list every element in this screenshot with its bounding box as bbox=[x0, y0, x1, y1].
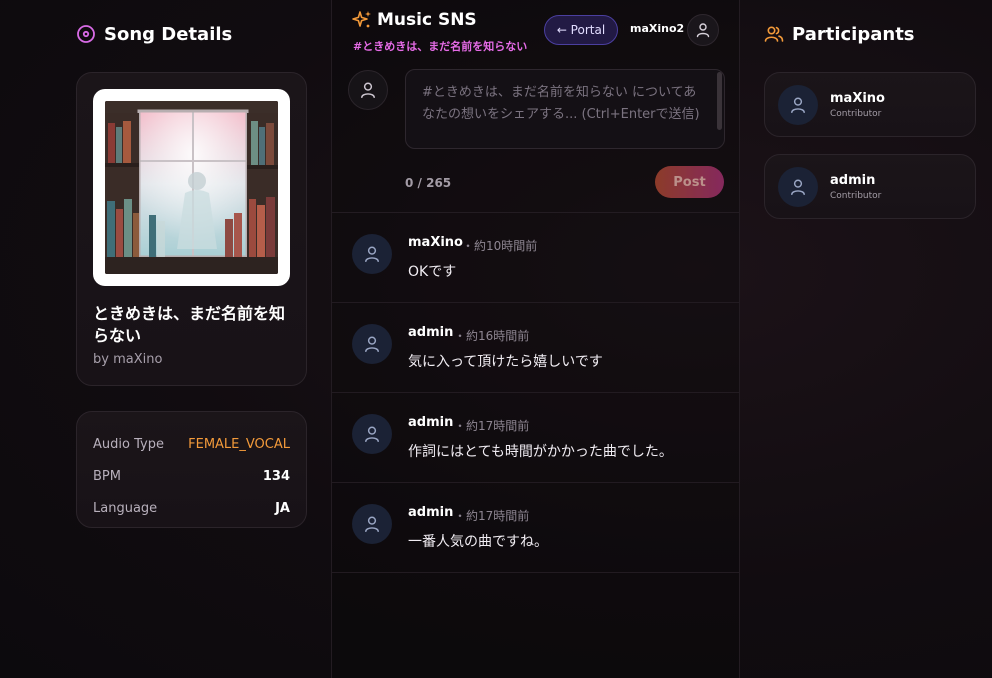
meta-key: Language bbox=[93, 500, 158, 516]
song-title: ときめきは、まだ名前を知らない bbox=[93, 304, 286, 345]
participant-card[interactable]: maXino Contributor bbox=[764, 72, 976, 137]
users-icon bbox=[764, 26, 784, 42]
post-time: ・約17時間前 bbox=[454, 509, 530, 523]
participants-title: Participants bbox=[792, 23, 915, 45]
portal-button[interactable]: ← Portal bbox=[544, 15, 618, 45]
user-icon bbox=[365, 246, 379, 263]
participant-role: Contributor bbox=[830, 108, 882, 119]
post-button[interactable]: Post bbox=[655, 166, 724, 198]
disc-icon bbox=[77, 25, 95, 43]
meta-value: FEMALE_VOCAL bbox=[188, 436, 290, 452]
post-avatar[interactable] bbox=[352, 504, 392, 544]
user-icon bbox=[361, 82, 375, 99]
post-author[interactable]: maXino bbox=[408, 235, 463, 250]
post-item: maXino ・約10時間前 OKです bbox=[332, 213, 739, 303]
song-details-title: Song Details bbox=[104, 23, 233, 45]
post-author[interactable]: admin bbox=[408, 325, 453, 340]
char-counter: 0 / 265 bbox=[405, 176, 452, 190]
song-card: ときめきは、まだ名前を知らない by maXino bbox=[76, 72, 307, 386]
sparkles-icon bbox=[352, 11, 371, 28]
album-cover-art bbox=[105, 101, 278, 274]
user-icon bbox=[696, 23, 710, 38]
song-meta-card: Audio Type FEMALE_VOCAL BPM 134 Language… bbox=[76, 411, 307, 528]
post-avatar[interactable] bbox=[352, 414, 392, 454]
current-username: maXino2 bbox=[630, 22, 685, 35]
post-avatar[interactable] bbox=[352, 324, 392, 364]
post-item: admin ・約17時間前 作詞にはとても時間がかかった曲でした。 bbox=[332, 393, 739, 483]
cover-illustration bbox=[105, 101, 278, 274]
user-icon bbox=[365, 516, 379, 533]
participant-name: admin bbox=[830, 172, 876, 188]
song-hashtag: #ときめきは、まだ名前を知らない bbox=[353, 40, 528, 53]
meta-row-language: Language JA bbox=[93, 492, 290, 524]
post-body: 作詞にはとても時間がかかった曲でした。 bbox=[408, 444, 673, 460]
feed-panel: Music SNS #ときめきは、まだ名前を知らない ← Portal maXi… bbox=[331, 0, 740, 678]
song-details-panel: Song Details ときめきは、まだ名前を知らない by maXino A… bbox=[76, 0, 307, 528]
brand[interactable]: Music SNS bbox=[352, 10, 477, 30]
participant-name: maXino bbox=[830, 90, 885, 106]
top-bar: Music SNS #ときめきは、まだ名前を知らない ← Portal maXi… bbox=[332, 0, 739, 60]
post-body: 気に入って頂けたら嬉しいです bbox=[408, 354, 603, 370]
song-details-header: Song Details bbox=[76, 0, 307, 68]
participant-role: Contributor bbox=[830, 190, 882, 201]
post-time: ・約10時間前 bbox=[462, 239, 538, 253]
meta-key: BPM bbox=[93, 468, 121, 484]
participant-info: maXino Contributor bbox=[830, 91, 885, 119]
user-icon bbox=[791, 97, 805, 113]
composer-avatar bbox=[348, 70, 388, 110]
post-body: 一番人気の曲ですね。 bbox=[408, 534, 548, 550]
post-item: admin ・約17時間前 一番人気の曲ですね。 bbox=[332, 483, 739, 573]
post-author[interactable]: admin bbox=[408, 415, 453, 430]
meta-value: JA bbox=[275, 500, 290, 516]
compose-area: 0 / 265 Post bbox=[332, 60, 739, 213]
post-textarea[interactable] bbox=[422, 82, 708, 136]
user-avatar-button[interactable] bbox=[687, 14, 719, 46]
participant-card[interactable]: admin Contributor bbox=[764, 154, 976, 219]
post-time: ・約17時間前 bbox=[454, 419, 530, 433]
meta-key: Audio Type bbox=[93, 436, 164, 452]
album-cover bbox=[93, 89, 290, 286]
meta-row-bpm: BPM 134 bbox=[93, 460, 290, 492]
participants-header: Participants bbox=[764, 0, 976, 68]
meta-row-audio-type: Audio Type FEMALE_VOCAL bbox=[93, 428, 290, 460]
compose-box bbox=[405, 69, 725, 149]
participant-info: admin Contributor bbox=[830, 173, 881, 201]
user-icon bbox=[365, 336, 379, 353]
participant-avatar bbox=[778, 166, 818, 207]
participants-panel: Participants maXino Contributor admin Co… bbox=[764, 0, 976, 219]
participant-avatar bbox=[778, 84, 818, 125]
brand-title: Music SNS bbox=[377, 10, 477, 30]
post-avatar[interactable] bbox=[352, 234, 392, 274]
post-item: admin ・約16時間前 気に入って頂けたら嬉しいです bbox=[332, 303, 739, 393]
user-icon bbox=[791, 179, 805, 195]
meta-value: 134 bbox=[262, 468, 290, 484]
post-time: ・約16時間前 bbox=[454, 329, 530, 343]
post-body: OKです bbox=[408, 264, 457, 280]
post-author[interactable]: admin bbox=[408, 505, 453, 520]
song-artist: by maXino bbox=[93, 352, 163, 367]
user-icon bbox=[365, 426, 379, 443]
textarea-scrollbar[interactable] bbox=[717, 72, 722, 130]
